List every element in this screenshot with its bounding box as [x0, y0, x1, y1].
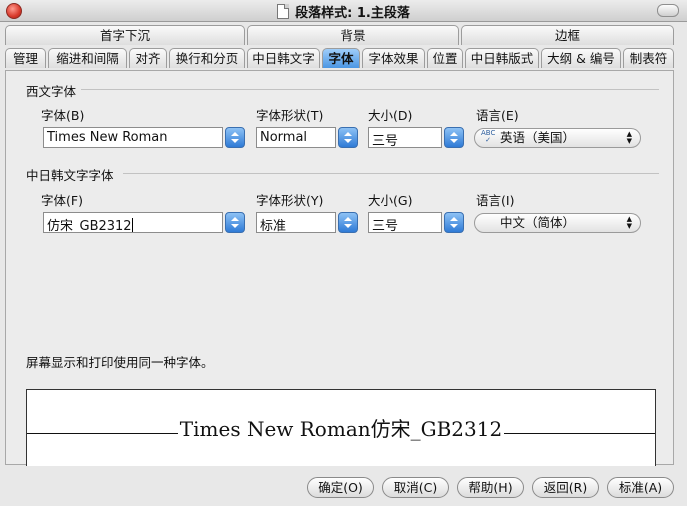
tab-position[interactable]: 位置 [427, 48, 463, 68]
western-style-input[interactable]: Normal [256, 127, 336, 148]
tab-font[interactable]: 字体 [322, 48, 360, 68]
cjk-size-label: 大小(G) [368, 193, 413, 208]
text-cursor [131, 218, 133, 232]
cjk-font-dropdown-icon[interactable] [225, 212, 245, 233]
cjk-style-dropdown-icon[interactable] [338, 212, 358, 233]
tab-alignment[interactable]: 对齐 [129, 48, 167, 68]
cjk-font-input[interactable]: 仿宋_GB2312 [43, 212, 223, 233]
cjk-language-value: 中文（简体） [500, 215, 576, 230]
tab-row-bottom: 管理 缩进和间隔 对齐 换行和分页 中日韩文字 字体 字体效果 位置 中日韩版式… [5, 48, 674, 70]
font-note-text: 屏幕显示和打印使用同一种字体。 [26, 355, 214, 370]
tab-background[interactable]: 背景 [247, 25, 459, 45]
font-preview: Times New Roman仿宋_GB2312 [26, 389, 656, 466]
chevron-updown-icon: ▲ ▼ [626, 215, 632, 230]
title-bar: 段落样式: 1.主段落 [0, 0, 687, 22]
tab-tabs[interactable]: 制表符 [623, 48, 674, 68]
western-style-label: 字体形状(T) [256, 108, 324, 123]
western-font-input[interactable]: Times New Roman [43, 127, 223, 148]
western-style-dropdown-icon[interactable] [338, 127, 358, 148]
cjk-size-input[interactable]: 三号 [368, 212, 442, 233]
section-divider [81, 89, 659, 90]
western-size-label: 大小(D) [368, 108, 413, 123]
document-icon [277, 4, 290, 19]
tab-drop-caps[interactable]: 首字下沉 [5, 25, 245, 45]
help-button[interactable]: 帮助(H) [457, 477, 524, 498]
spellcheck-icon: ABC ✓ [481, 129, 496, 144]
tab-text-flow[interactable]: 换行和分页 [169, 48, 245, 68]
chevron-updown-icon: ▲ ▼ [626, 130, 632, 145]
western-font-label: 字体(B) [41, 108, 85, 123]
preview-text-wrap: Times New Roman仿宋_GB2312 [27, 413, 655, 442]
window-title-area: 段落样式: 1.主段落 [0, 2, 687, 21]
tab-organizer[interactable]: 管理 [5, 48, 46, 68]
tab-outline-numbering[interactable]: 大纲 & 编号 [541, 48, 621, 68]
cjk-style-combo[interactable]: 标准 [256, 212, 358, 233]
zoom-window-button[interactable] [657, 4, 679, 17]
cjk-size-dropdown-icon[interactable] [444, 212, 464, 233]
western-language-value: 英语（美国） [500, 130, 576, 145]
western-style-combo[interactable]: Normal [256, 127, 358, 148]
cjk-size-combo[interactable]: 三号 [368, 212, 464, 233]
font-settings-panel: 西文字体 字体(B) 字体形状(T) 大小(D) 语言(E) Times New… [5, 70, 674, 466]
tab-asian-layout[interactable]: 中日韩版式 [465, 48, 539, 68]
western-size-combo[interactable]: 三号 [368, 127, 464, 148]
cjk-font-combo[interactable]: 仿宋_GB2312 [43, 212, 245, 233]
preview-text: Times New Roman仿宋_GB2312 [177, 417, 505, 441]
tab-font-effects[interactable]: 字体效果 [362, 48, 425, 68]
western-font-dropdown-icon[interactable] [225, 127, 245, 148]
cjk-language-select[interactable]: 中文（简体） ▲ ▼ [474, 213, 641, 233]
western-size-dropdown-icon[interactable] [444, 127, 464, 148]
western-size-input[interactable]: 三号 [368, 127, 442, 148]
western-font-combo[interactable]: Times New Roman [43, 127, 245, 148]
ok-button[interactable]: 确定(O) [307, 477, 374, 498]
western-language-select[interactable]: ABC ✓ 英语（美国） ▲ ▼ [474, 128, 641, 148]
tab-row-top: 首字下沉 背景 边框 [5, 25, 674, 47]
window-title: 段落样式: 1.主段落 [295, 6, 410, 21]
cancel-button[interactable]: 取消(C) [382, 477, 449, 498]
reset-button[interactable]: 返回(R) [532, 477, 599, 498]
section-divider [123, 173, 659, 174]
cjk-font-label: 字体(F) [41, 193, 83, 208]
western-language-label: 语言(E) [476, 108, 519, 123]
cjk-style-label: 字体形状(Y) [256, 193, 324, 208]
tab-indents-spacing[interactable]: 缩进和间隔 [48, 48, 127, 68]
cjk-font-value: 仿宋_GB2312 [47, 219, 132, 233]
cjk-style-input[interactable]: 标准 [256, 212, 336, 233]
tab-asian-typography[interactable]: 中日韩文字 [247, 48, 320, 68]
western-font-section-title: 西文字体 [26, 84, 77, 99]
standard-button[interactable]: 标准(A) [607, 477, 674, 498]
cjk-font-section-title: 中日韩文字字体 [26, 168, 114, 183]
tab-borders[interactable]: 边框 [461, 25, 674, 45]
cjk-language-label: 语言(I) [476, 193, 515, 208]
